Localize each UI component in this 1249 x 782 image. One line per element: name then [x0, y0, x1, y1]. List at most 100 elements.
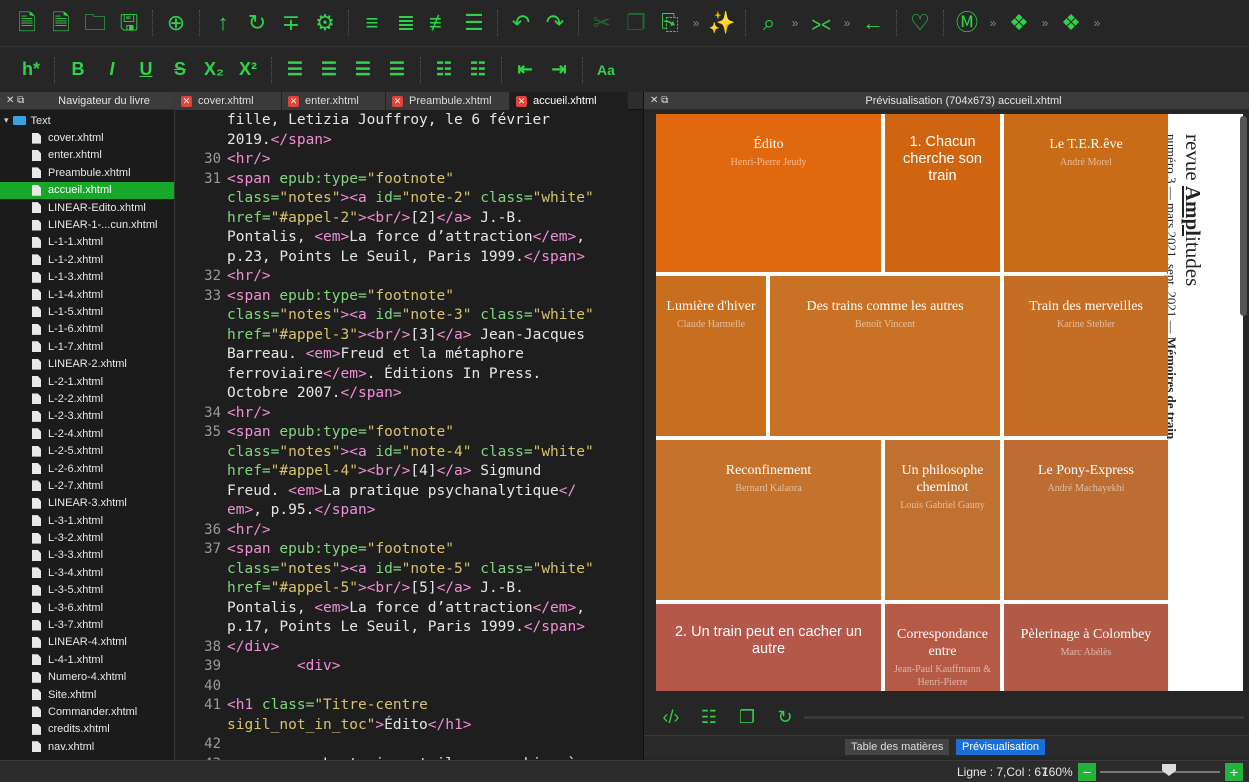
open-folder-icon[interactable]: 🗀	[78, 12, 112, 34]
file-item[interactable]: L-2-5.xhtml	[0, 442, 174, 459]
panel-close-icon[interactable]: ✕ ⧉	[0, 95, 34, 106]
overflow-chevron-icon[interactable]: »	[786, 16, 804, 30]
code-editor[interactable]: fille, Letizia Jouffroy, le 6 février 201…	[175, 110, 643, 760]
file-item[interactable]: L-2-6.xhtml	[0, 460, 174, 477]
file-item[interactable]: L-1-1.xhtml	[0, 234, 174, 251]
toc-tile[interactable]: Train des merveilles Karine Stebler	[1004, 276, 1168, 436]
file-item[interactable]: L-4-1.xhtml	[0, 651, 174, 668]
metadata-icon[interactable]: Ⓜ	[950, 12, 984, 34]
file-item[interactable]: accueil.xhtml	[0, 181, 174, 199]
overflow-chevron-icon[interactable]: »	[984, 16, 1002, 30]
tag-merge-icon[interactable]: ☰	[457, 12, 491, 34]
bullet-list-icon[interactable]: ☷	[427, 59, 461, 80]
file-item[interactable]: L-1-3.xhtml	[0, 269, 174, 286]
subscript-button[interactable]: X₂	[197, 59, 231, 80]
file-item[interactable]: L-3-6.xhtml	[0, 599, 174, 616]
preview-slider[interactable]	[804, 716, 1244, 719]
close-tab-icon[interactable]: ✕	[516, 95, 527, 107]
editor-tab[interactable]: ✕ Preambule.xhtml	[386, 92, 510, 110]
file-item[interactable]: L-2-1.xhtml	[0, 373, 174, 390]
file-item[interactable]: Commander.xhtml	[0, 703, 174, 720]
overflow-chevron-icon[interactable]: »	[1036, 16, 1054, 30]
back-icon[interactable]: ←	[856, 12, 890, 34]
zoom-in-button[interactable]: +	[1225, 763, 1243, 781]
align-justify-icon[interactable]: ☰	[380, 59, 414, 80]
file-item[interactable]: L-3-4.xhtml	[0, 564, 174, 581]
file-item[interactable]: L-3-1.xhtml	[0, 512, 174, 529]
toc-tile[interactable]: 2. Un train peut en cacher un autre	[656, 604, 881, 691]
select-all-icon[interactable]: ☷	[690, 707, 728, 728]
magic-wand-icon[interactable]: ✨	[705, 12, 739, 34]
redo-icon[interactable]: ↷	[538, 12, 572, 34]
file-item[interactable]: LINEAR-3.xhtml	[0, 495, 174, 512]
heart-icon[interactable]: ♡	[903, 12, 937, 34]
new-css-file-icon[interactable]: 🗎	[44, 12, 78, 34]
toc-tile[interactable]: Le Pony-Express André Machayekhi	[1004, 440, 1168, 600]
file-item[interactable]: L-3-5.xhtml	[0, 582, 174, 599]
file-item[interactable]: L-1-4.xhtml	[0, 286, 174, 303]
file-item[interactable]: L-1-6.xhtml	[0, 321, 174, 338]
toc-tile[interactable]: Lumière d'hiver Claude Harmelle	[656, 276, 766, 436]
file-item[interactable]: Site.xhtml	[0, 686, 174, 703]
numbered-list-icon[interactable]: ☷	[461, 59, 495, 80]
zoom-slider[interactable]	[1100, 771, 1220, 773]
file-item[interactable]: L-1-7.xhtml	[0, 338, 174, 355]
file-item[interactable]: nav.xhtml	[0, 738, 174, 755]
tag-check-icon[interactable]: ≡	[355, 12, 389, 34]
overflow-chevron-icon[interactable]: »	[1088, 16, 1106, 30]
zoom-out-button[interactable]: −	[1078, 763, 1096, 781]
text-case-button[interactable]: Aa	[589, 62, 623, 78]
underline-button[interactable]: U	[129, 59, 163, 80]
tab-preview[interactable]: Prévisualisation	[956, 739, 1046, 755]
file-item[interactable]: L-1-5.xhtml	[0, 303, 174, 320]
file-item[interactable]: LINEAR-4.xhtml	[0, 634, 174, 651]
save-icon[interactable]: 🖫	[112, 12, 146, 34]
refresh-icon[interactable]: ↻	[766, 707, 804, 728]
copy-icon[interactable]: ❐	[728, 707, 766, 728]
overflow-chevron-icon[interactable]: »	[687, 16, 705, 30]
file-item[interactable]: L-2-2.xhtml	[0, 390, 174, 407]
file-item[interactable]: L-2-3.xhtml	[0, 408, 174, 425]
outdent-icon[interactable]: ⇤	[508, 59, 542, 80]
cut-icon[interactable]: ✂	[585, 12, 619, 34]
align-left-icon[interactable]: ☰	[278, 59, 312, 80]
new-html-file-icon[interactable]: 🗎	[10, 12, 44, 34]
file-item[interactable]: L-2-7.xhtml	[0, 477, 174, 494]
file-item[interactable]: Preambule.xhtml	[0, 164, 174, 181]
toc-tile[interactable]: Correspondance entre Jean-Paul Kauffmann …	[885, 604, 1000, 691]
reload-icon[interactable]: ↻	[240, 12, 274, 34]
close-tab-icon[interactable]: ✕	[392, 95, 403, 107]
toc-tile[interactable]: Le T.E.R.êve André Morel	[1004, 114, 1168, 272]
editor-tab[interactable]: ✕ enter.xhtml	[282, 92, 386, 110]
folder-text[interactable]: ▾ Text	[0, 112, 174, 129]
search-icon[interactable]: ⌕	[752, 12, 786, 34]
tag-remove-icon[interactable]: ≢	[423, 12, 457, 34]
strikethrough-button[interactable]: S	[163, 59, 197, 80]
copy-icon[interactable]: ❐	[619, 12, 653, 34]
toc-tile[interactable]: Un philosophe cheminot Louis Gabriel Gaun…	[885, 440, 1000, 600]
go-up-icon[interactable]: ↑	[206, 12, 240, 34]
file-item[interactable]: LINEAR-2.xhtml	[0, 355, 174, 372]
heading-button[interactable]: h*	[14, 59, 48, 80]
panel-close-icon[interactable]: ✕ ⧉	[644, 95, 678, 106]
close-tab-icon[interactable]: ✕	[288, 95, 299, 107]
tag-add-icon[interactable]: ≣	[389, 12, 423, 34]
toc-tile[interactable]: Pèlerinage à Colombey Marc Abélès	[1004, 604, 1168, 691]
file-item[interactable]: L-3-2.xhtml	[0, 529, 174, 546]
preview-scrollbar[interactable]	[1240, 116, 1247, 316]
file-item[interactable]: L-1-2.xhtml	[0, 251, 174, 268]
preview-canvas[interactable]: revue Amplitudes numéro 3 — mars 2021, s…	[656, 114, 1243, 691]
align-center-icon[interactable]: ☰	[312, 59, 346, 80]
editor-tab[interactable]: ✕ accueil.xhtml	[510, 92, 628, 110]
undo-icon[interactable]: ↶	[504, 12, 538, 34]
plugin-2-icon[interactable]: ❖	[1054, 12, 1088, 34]
chevron-down-icon[interactable]: ▾	[4, 115, 9, 126]
text-direction-icon[interactable]: ∓	[274, 12, 308, 34]
toc-tile[interactable]: 1. Chacun cherche son train	[885, 114, 1000, 272]
tab-table-of-contents[interactable]: Table des matières	[845, 739, 950, 755]
toc-tile[interactable]: Édito Henri-Pierre Jeudy	[656, 114, 881, 272]
editor-tab[interactable]: ✕ cover.xhtml	[175, 92, 282, 110]
plugin-icon[interactable]: ❖	[1002, 12, 1036, 34]
paste-icon[interactable]: ⎘	[653, 12, 687, 34]
zoom-slider-handle[interactable]	[1162, 764, 1176, 776]
